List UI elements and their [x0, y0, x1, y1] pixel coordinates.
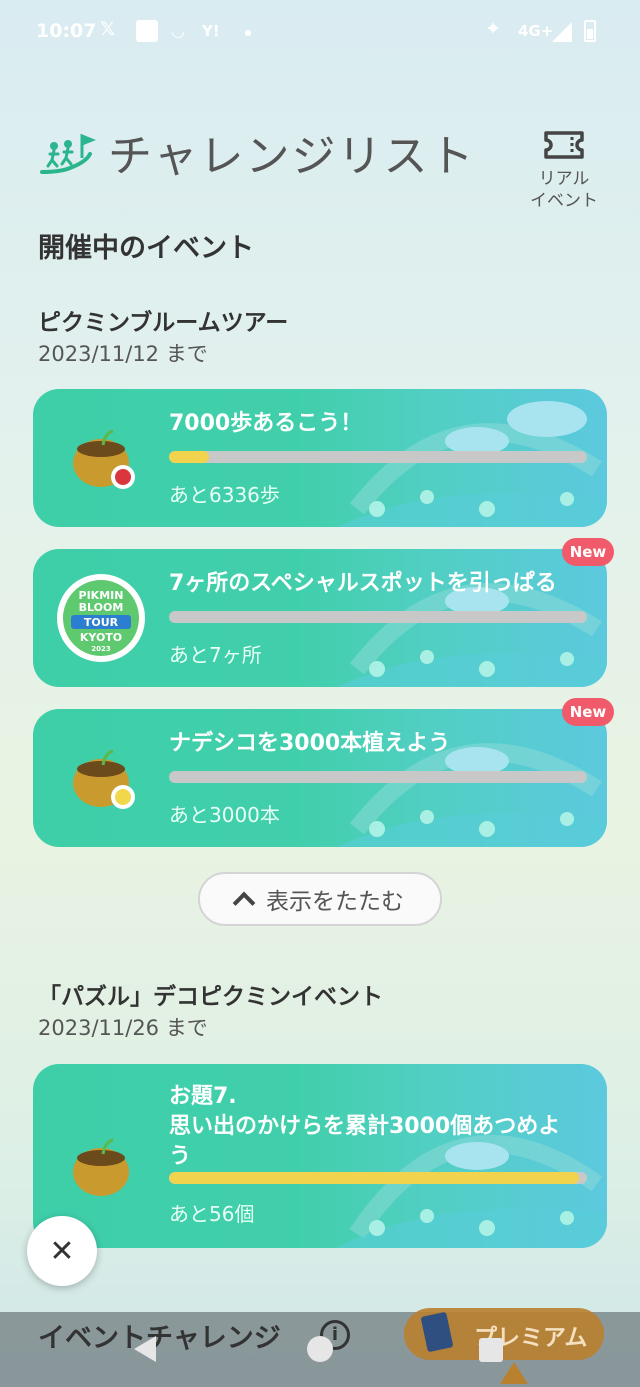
- progress-fill: [169, 451, 209, 463]
- challenge-title: ナデシコを3000本植えよう: [169, 731, 451, 756]
- event-challenge-title: イベントチャレンジ: [38, 1323, 281, 1354]
- event-name: ピクミンブルームツアー: [38, 310, 289, 336]
- real-event-button[interactable]: リアル イベント: [528, 130, 600, 212]
- golden-pot-red-pikmin-icon: [73, 429, 135, 489]
- walking-people-icon: [40, 133, 96, 174]
- challenge-card[interactable]: ナデシコを3000本植えよう あと3000本: [33, 709, 607, 847]
- progress-bar: [169, 771, 587, 783]
- progress-bar: [169, 611, 587, 623]
- challenge-card[interactable]: お題7. 思い出のかけらを累計3000個あつめよ う あと56個: [33, 1064, 607, 1248]
- x-icon: 𝕏: [100, 18, 116, 40]
- nav-recent-icon[interactable]: [479, 1338, 503, 1362]
- badge-line3: TOUR: [84, 616, 119, 629]
- page-title: チャレンジリスト: [108, 131, 476, 182]
- challenge-card[interactable]: 7000歩あるこう！ あと6336歩: [33, 389, 607, 527]
- challenge-title: お題7. 思い出のかけらを累計3000個あつめよ う: [169, 1084, 561, 1169]
- nav-home-icon[interactable]: [307, 1336, 333, 1362]
- golden-pot-icon: [73, 1138, 129, 1196]
- close-button[interactable]: ✕: [27, 1216, 97, 1286]
- ticket-icon: [544, 131, 584, 159]
- challenge-title: 7ヶ所のスペシャルスポットを引っぱる: [169, 571, 557, 596]
- event-date: 2023/11/12 まで: [38, 342, 208, 366]
- new-badge: New: [562, 538, 614, 566]
- progress-bar: [169, 451, 587, 463]
- real-event-label: リアル イベント: [530, 169, 598, 211]
- event-date: 2023/11/26 まで: [38, 1016, 208, 1040]
- premium-pointer: [500, 1362, 528, 1384]
- chevron-up-icon: [232, 891, 256, 915]
- badge-line2: BLOOM: [79, 601, 124, 614]
- battery-icon: [584, 20, 596, 42]
- golden-pot-yellow-pikmin-icon: [73, 749, 135, 809]
- notification-icon: [136, 20, 158, 42]
- challenge-remaining: あと56個: [169, 1202, 255, 1226]
- progress-fill: [169, 1172, 579, 1184]
- yahoo-icon: Y!: [202, 22, 220, 40]
- challenge-remaining: あと7ヶ所: [169, 643, 262, 667]
- challenge-remaining: あと6336歩: [169, 483, 280, 507]
- network-label: 4G+: [518, 22, 554, 40]
- challenge-remaining: あと3000本: [169, 803, 280, 827]
- nav-back-icon[interactable]: [134, 1336, 156, 1362]
- challenge-title: 7000歩あるこう！: [169, 411, 363, 436]
- pikmin-bloom-tour-kyoto-badge: PIKMIN BLOOM TOUR KYOTO 2023: [57, 574, 145, 662]
- signal-icon: [552, 22, 572, 42]
- status-time: 10:07: [36, 20, 97, 42]
- badge-line4: KYOTO: [80, 631, 122, 644]
- progress-bar: [169, 1172, 587, 1184]
- collapse-button[interactable]: 表示をたたむ: [198, 872, 442, 926]
- section-title: 開催中のイベント: [38, 233, 254, 264]
- new-badge: New: [562, 698, 614, 726]
- event-name: 「パズル」デコピクミンイベント: [38, 984, 383, 1010]
- location-icon: ⌖: [488, 18, 499, 39]
- status-bar: 10:07 𝕏 ◡ Y! ⌖ 4G+: [0, 0, 640, 64]
- cat-icon: ◡: [172, 21, 185, 40]
- challenge-card[interactable]: PIKMIN BLOOM TOUR KYOTO 2023 7ヶ所のスペシャルスポ…: [33, 549, 607, 687]
- dot-icon: [245, 30, 251, 36]
- close-icon: ✕: [49, 1233, 75, 1269]
- badge-line5: 2023: [91, 645, 111, 653]
- collapse-label: 表示をたたむ: [266, 889, 404, 915]
